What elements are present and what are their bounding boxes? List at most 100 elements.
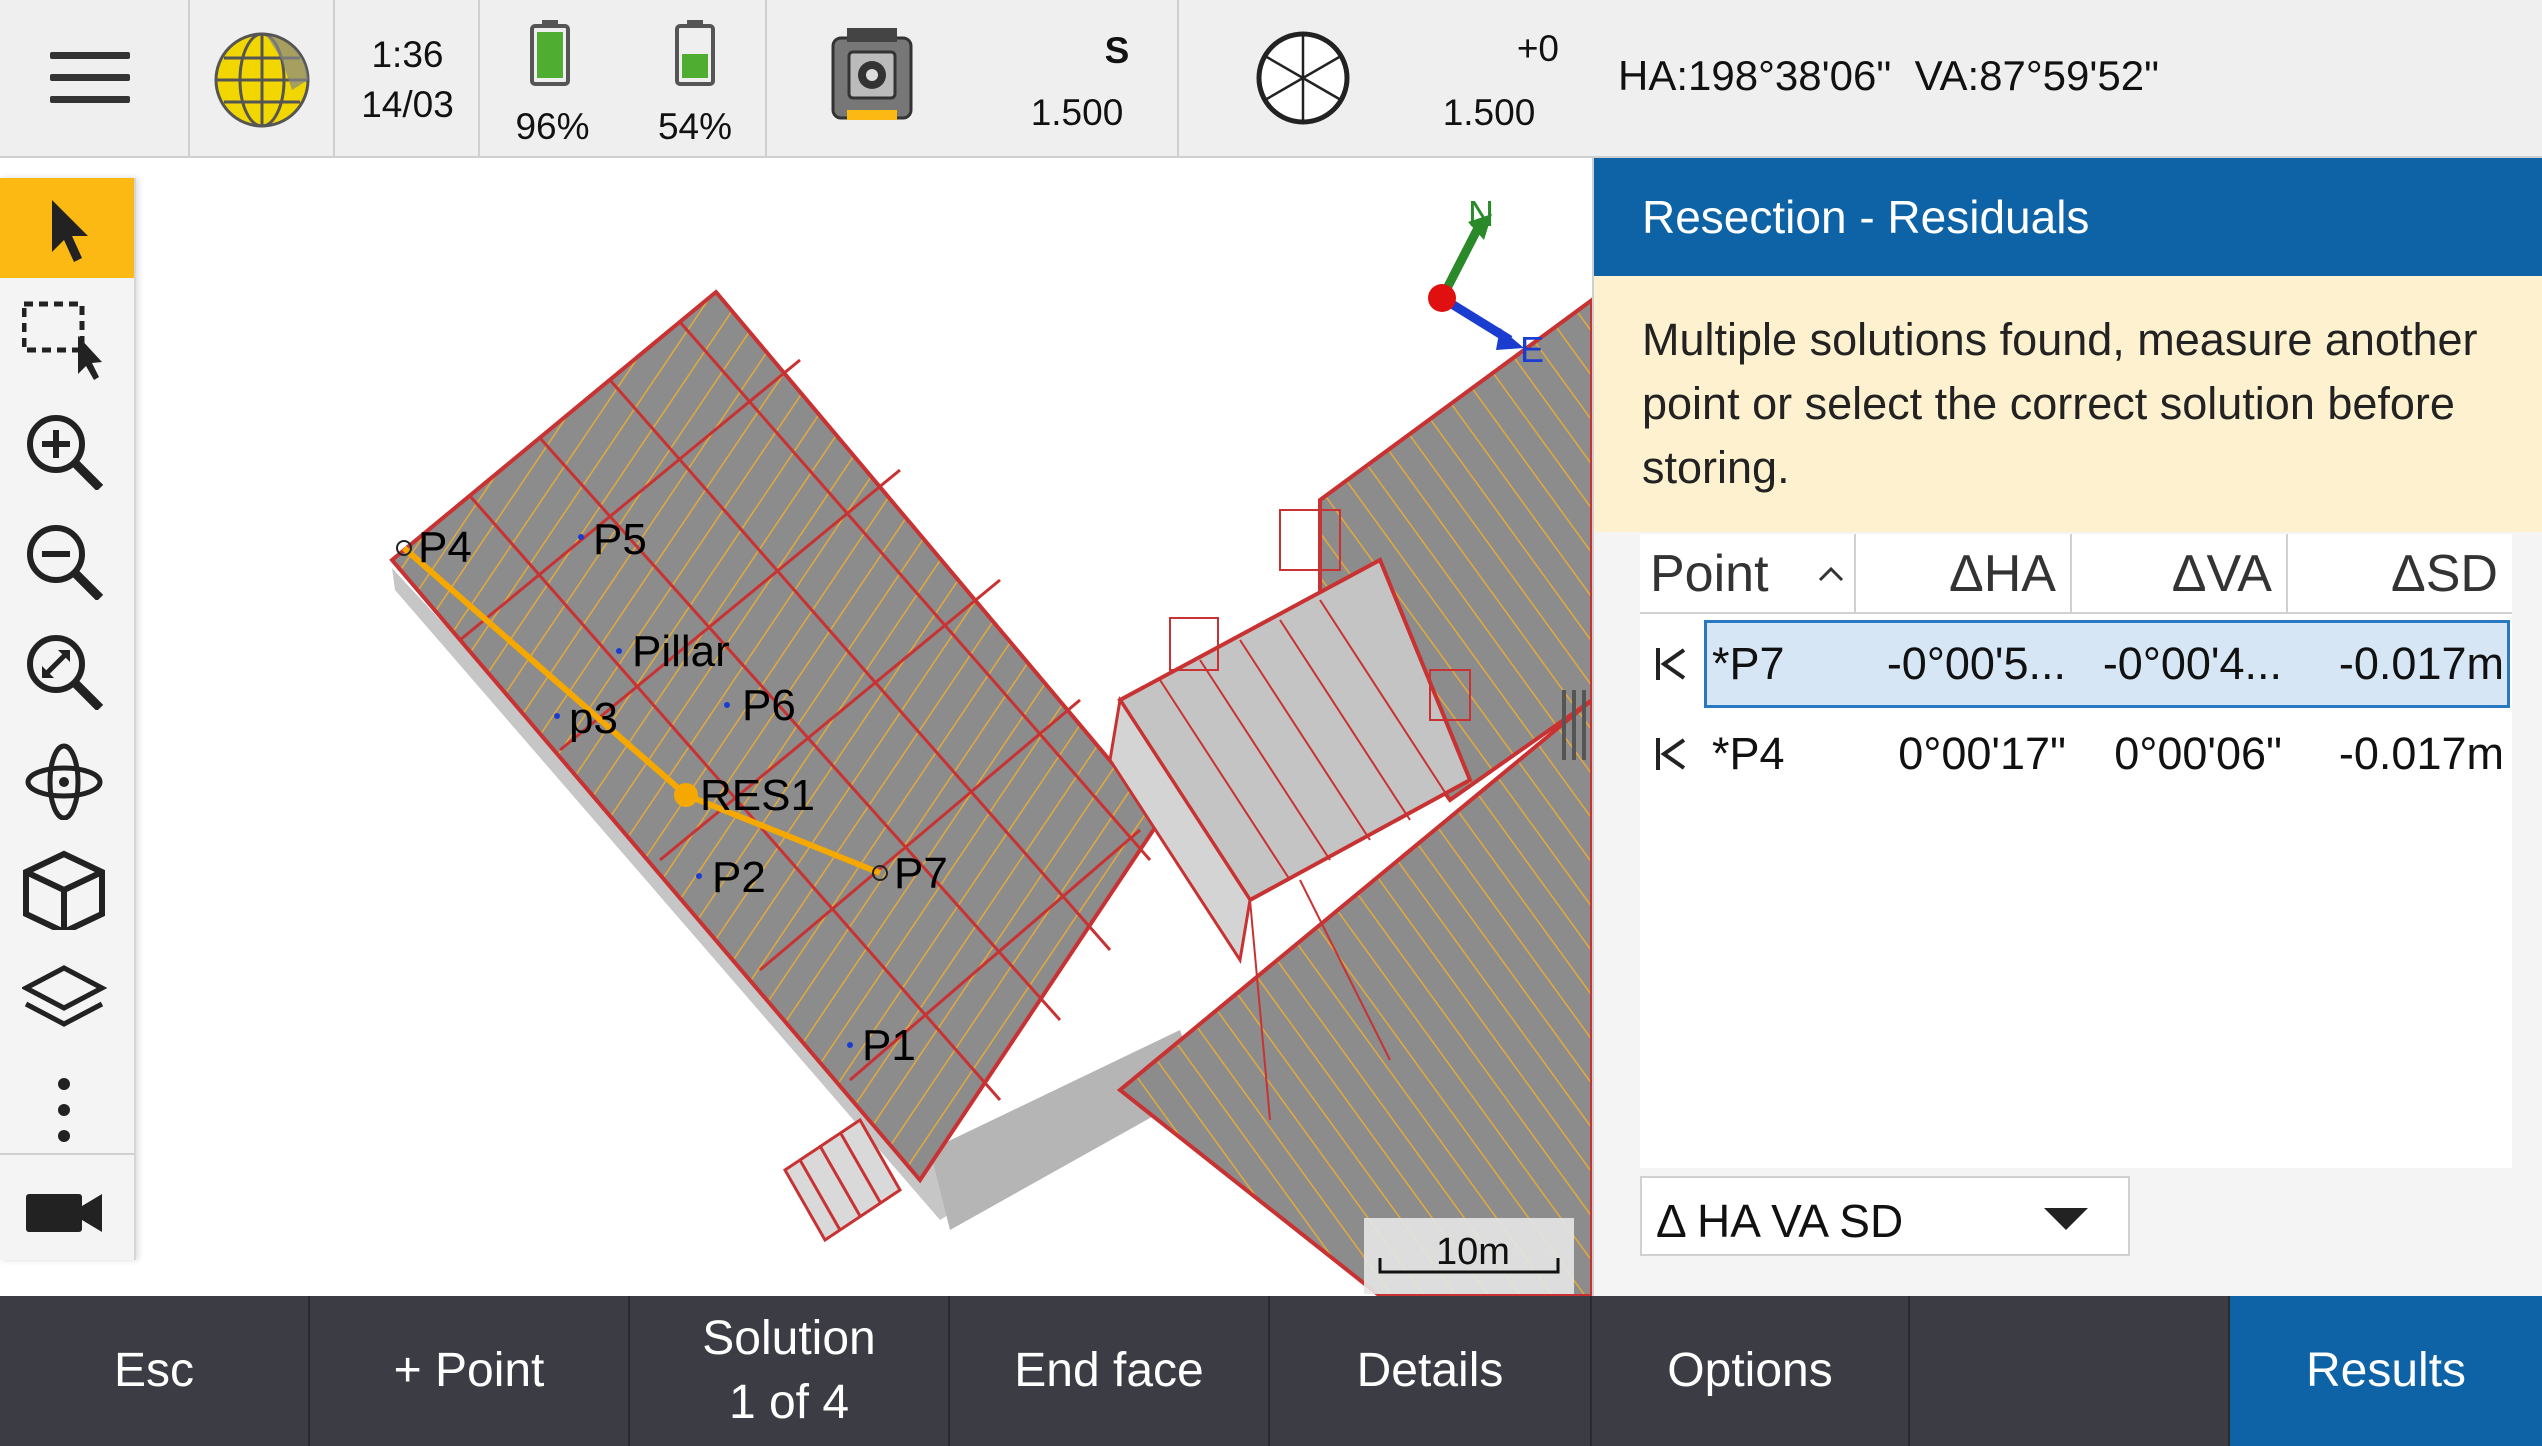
row-dsd: -0.017m bbox=[2338, 728, 2504, 779]
more-tools-button[interactable] bbox=[0, 1058, 134, 1158]
point-label-p5[interactable]: P5 bbox=[593, 515, 647, 564]
column-header-dha[interactable]: ΔHA bbox=[1856, 534, 2072, 614]
point-label-p1[interactable]: P1 bbox=[862, 1021, 916, 1070]
video-button[interactable] bbox=[0, 1160, 134, 1260]
cube-icon bbox=[23, 850, 105, 930]
residual-display-dropdown[interactable]: Δ HA VA SD bbox=[1640, 1176, 2130, 1256]
toolbar-divider bbox=[0, 1153, 134, 1155]
point-label-pillar[interactable]: Pillar bbox=[632, 627, 730, 676]
exclude-toggle-icon[interactable] bbox=[1652, 734, 1692, 774]
battery-1-text: 96% bbox=[515, 106, 590, 147]
box-select-icon bbox=[22, 301, 102, 380]
warning-message: Multiple solutions found, measure anothe… bbox=[1594, 276, 2542, 532]
softkey-bar: Esc + Point Solution 1 of 4 End face Det… bbox=[0, 1296, 2542, 1446]
orbit-icon bbox=[25, 743, 103, 820]
bim-model-drawing: N E P4 P5 Pillar P6 p3 RES1 P2 P7 P1 10m bbox=[389, 193, 1592, 1296]
zoom-extents-button[interactable] bbox=[0, 618, 134, 718]
gnss-globe-button[interactable] bbox=[190, 0, 335, 156]
angle-readout-text: HA:198°38'06" VA:87°59'52" bbox=[1618, 52, 2160, 99]
time-text: 1:36 bbox=[371, 34, 444, 75]
resection-panel: Resection - Residuals Multiple solutions… bbox=[1592, 158, 2542, 1296]
map-toolbar bbox=[0, 178, 136, 1260]
point-marker[interactable] bbox=[616, 648, 622, 654]
empty-softkey bbox=[1910, 1296, 2230, 1446]
column-header-dva[interactable]: ΔVA bbox=[2072, 534, 2288, 614]
row-point: *P7 bbox=[1712, 638, 1785, 689]
hamburger-icon bbox=[50, 52, 130, 59]
layers-icon bbox=[22, 965, 108, 1027]
point-label-p6[interactable]: P6 bbox=[742, 681, 796, 730]
warning-text: Multiple solutions found, measure anothe… bbox=[1642, 314, 2478, 493]
point-marker[interactable] bbox=[554, 713, 560, 719]
details-button[interactable]: Details bbox=[1270, 1296, 1592, 1446]
table-row[interactable]: *P7 -0°00'5... -0°00'4... -0.017m bbox=[1640, 620, 2512, 708]
row-point: *P4 bbox=[1712, 728, 1785, 779]
point-label-p7[interactable]: P7 bbox=[894, 849, 948, 898]
end-face-button[interactable]: End face bbox=[950, 1296, 1270, 1446]
results-button[interactable]: Results bbox=[2230, 1296, 2542, 1446]
exclude-toggle-icon[interactable] bbox=[1652, 644, 1692, 684]
orbit-button[interactable] bbox=[0, 728, 134, 828]
scale-label: 10m bbox=[1436, 1231, 1510, 1273]
point-marker[interactable] bbox=[724, 702, 730, 708]
esc-button[interactable]: Esc bbox=[0, 1296, 310, 1446]
zoom-in-button[interactable] bbox=[0, 398, 134, 498]
solution-label: Solution bbox=[702, 1312, 876, 1365]
point-label-p3[interactable]: p3 bbox=[569, 694, 618, 743]
select-tool-button[interactable] bbox=[0, 178, 134, 278]
panel-resize-handle[interactable] bbox=[1562, 690, 1586, 760]
globe-icon bbox=[214, 32, 310, 128]
row-dva: 0°00'06" bbox=[2114, 728, 2282, 779]
dropdown-value: Δ HA VA SD bbox=[1656, 1195, 1904, 1247]
battery-2-text: 54% bbox=[657, 106, 733, 147]
battery-status[interactable]: 96% 54% bbox=[480, 0, 767, 156]
solution-button[interactable]: Solution 1 of 4 bbox=[630, 1296, 950, 1446]
map-view[interactable]: N E P4 P5 Pillar P6 p3 RES1 P2 P7 P1 10m bbox=[0, 158, 1592, 1296]
row-dha: -0°00'5... bbox=[1886, 638, 2066, 689]
point-label-p2[interactable]: P2 bbox=[712, 853, 766, 902]
status-bar: 1:36 14/03 96% 54% S 1.500 +0 1.500 bbox=[0, 0, 1592, 158]
date-text: 14/03 bbox=[361, 84, 454, 125]
more-vertical-icon bbox=[58, 1078, 70, 1142]
dropdown-arrow-icon bbox=[2044, 1208, 2088, 1230]
column-header-point[interactable]: Point bbox=[1640, 534, 1856, 614]
instrument-status[interactable]: S 1.500 bbox=[767, 0, 1179, 156]
total-station-icon bbox=[831, 28, 913, 120]
point-label-res1[interactable]: RES1 bbox=[700, 771, 815, 820]
layers-button[interactable] bbox=[0, 948, 134, 1048]
instrument-height-text: 1.500 bbox=[1030, 92, 1124, 133]
angle-readout: HA:198°38'06" VA:87°59'52" bbox=[1592, 0, 2542, 158]
target-offset-text: +0 bbox=[1516, 28, 1559, 69]
sort-ascending-icon bbox=[1818, 566, 1844, 582]
menu-button[interactable] bbox=[0, 0, 190, 156]
zoom-extents-icon bbox=[27, 635, 104, 710]
point-marker[interactable] bbox=[578, 534, 584, 540]
scale-bar: 10m bbox=[1364, 1218, 1574, 1294]
add-point-button[interactable]: + Point bbox=[310, 1296, 630, 1446]
point-marker[interactable] bbox=[696, 873, 702, 879]
time-display[interactable]: 1:36 14/03 bbox=[335, 0, 480, 156]
point-label-p4[interactable]: P4 bbox=[418, 523, 472, 572]
north-label: N bbox=[1468, 193, 1494, 234]
target-status[interactable]: +0 1.500 bbox=[1179, 0, 1592, 156]
row-dha: 0°00'17" bbox=[1898, 728, 2066, 779]
box-select-tool-button[interactable] bbox=[0, 288, 134, 388]
instrument-mode-text: S bbox=[1104, 30, 1130, 71]
zoom-out-icon bbox=[27, 525, 104, 600]
table-row[interactable]: *P4 0°00'17" 0°00'06" -0.017m bbox=[1640, 710, 2512, 798]
east-label: E bbox=[1520, 329, 1544, 370]
column-header-dsd[interactable]: ΔSD bbox=[2288, 534, 2512, 614]
options-button[interactable]: Options bbox=[1592, 1296, 1910, 1446]
target-height-text: 1.500 bbox=[1442, 92, 1536, 133]
zoom-in-icon bbox=[27, 415, 104, 490]
battery-icon bbox=[675, 20, 715, 86]
point-marker[interactable] bbox=[847, 1042, 853, 1048]
battery-icon bbox=[530, 20, 570, 86]
solution-count: 1 of 4 bbox=[728, 1376, 850, 1429]
north-arrow bbox=[1428, 214, 1524, 350]
panel-title: Resection - Residuals bbox=[1642, 191, 2090, 243]
row-dsd: -0.017m bbox=[2338, 638, 2504, 689]
view-cube-button[interactable] bbox=[0, 838, 134, 938]
select-arrow-icon bbox=[52, 200, 88, 262]
zoom-out-button[interactable] bbox=[0, 508, 134, 608]
